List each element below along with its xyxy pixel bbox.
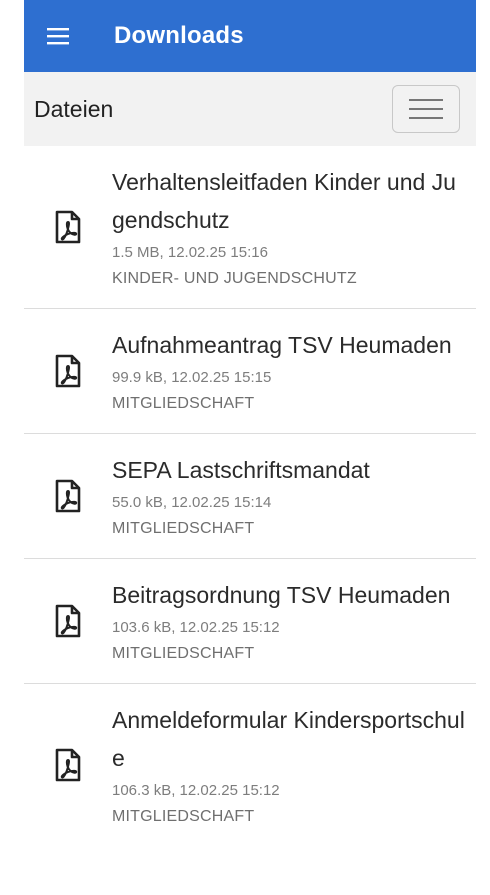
file-icon-cell — [24, 434, 112, 558]
file-icon-cell — [24, 559, 112, 683]
files-header-title: Dateien — [34, 95, 114, 122]
pdf-file-icon — [55, 354, 81, 388]
file-meta: 103.6 kB, 12.02.25 15:12 — [112, 619, 280, 636]
file-meta: 106.3 kB, 12.02.25 15:12 — [112, 782, 280, 799]
left-edge — [0, 0, 24, 895]
hamburger-menu-icon — [47, 28, 69, 45]
file-meta: 99.9 kB, 12.02.25 15:15 — [112, 369, 272, 386]
file-title: SEPA Lastschriftsmandat — [112, 457, 370, 483]
file-title: Beitragsordnung TSV Heumaden — [112, 582, 451, 608]
pdf-file-icon — [55, 210, 81, 244]
file-category: KINDER- UND JUGENDSCHUTZ — [112, 270, 357, 287]
file-title: Aufnahmeantrag TSV Heumaden — [112, 332, 452, 358]
file-info: SEPA Lastschriftsmandat 55.0 kB, 12.02.2… — [112, 434, 476, 558]
file-category: MITGLIEDSCHAFT — [112, 520, 255, 537]
file-category: MITGLIEDSCHAFT — [112, 395, 255, 412]
downloads-screen: Downloads Dateien Verhaltensleitfaden Ki… — [0, 0, 490, 895]
pdf-file-icon — [55, 748, 81, 782]
file-category: MITGLIEDSCHAFT — [112, 808, 255, 825]
file-list-item[interactable]: Anmeldeformular Kindersportschule 106.3 … — [24, 684, 476, 846]
hamburger-menu-icon — [409, 99, 443, 119]
file-icon-cell — [24, 146, 112, 308]
file-info: Verhaltensleitfaden Kinder und Jugendsch… — [112, 146, 476, 308]
app-bar: Downloads — [24, 0, 476, 72]
file-list-item[interactable]: Aufnahmeantrag TSV Heumaden 99.9 kB, 12.… — [24, 309, 476, 434]
file-list-item[interactable]: SEPA Lastschriftsmandat 55.0 kB, 12.02.2… — [24, 434, 476, 559]
navbar-toggle-button[interactable] — [392, 85, 460, 133]
file-info: Aufnahmeantrag TSV Heumaden 99.9 kB, 12.… — [112, 309, 476, 433]
file-list-item[interactable]: Verhaltensleitfaden Kinder und Jugendsch… — [24, 146, 476, 309]
pdf-file-icon — [55, 604, 81, 638]
file-icon-cell — [24, 684, 112, 846]
files-header: Dateien — [24, 72, 476, 146]
file-list-item[interactable]: Beitragsordnung TSV Heumaden 103.6 kB, 1… — [24, 559, 476, 684]
page-title: Downloads — [114, 22, 244, 49]
right-edge — [476, 0, 490, 895]
file-title: Verhaltensleitfaden Kinder und Jugendsch… — [112, 169, 456, 233]
file-meta: 55.0 kB, 12.02.25 15:14 — [112, 494, 272, 511]
file-meta: 1.5 MB, 12.02.25 15:16 — [112, 244, 268, 261]
file-info: Beitragsordnung TSV Heumaden 103.6 kB, 1… — [112, 559, 476, 683]
file-icon-cell — [24, 309, 112, 433]
file-info: Anmeldeformular Kindersportschule 106.3 … — [112, 684, 476, 846]
file-list: Verhaltensleitfaden Kinder und Jugendsch… — [24, 146, 476, 846]
file-category: MITGLIEDSCHAFT — [112, 645, 255, 662]
file-title: Anmeldeformular Kindersportschule — [112, 707, 465, 771]
menu-button[interactable] — [24, 0, 88, 72]
pdf-file-icon — [55, 479, 81, 513]
